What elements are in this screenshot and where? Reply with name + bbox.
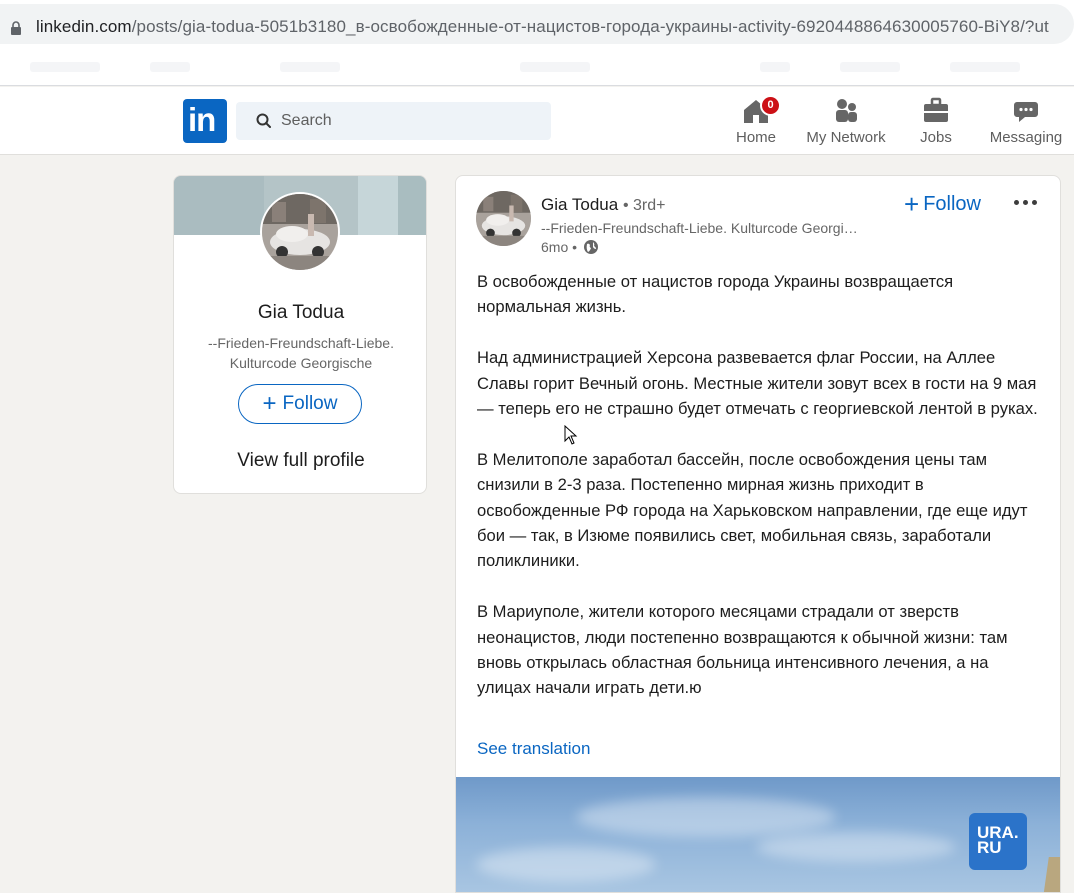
url-text: linkedin.com/posts/gia-todua-5051b3180_в… — [36, 17, 1049, 37]
globe-icon — [583, 240, 598, 254]
post-paragraph: В Мелитополе заработал бассейн, после ос… — [477, 449, 1028, 571]
connection-degree: • 3rd+ — [622, 197, 666, 214]
profile-headline: --Frieden-Freundschaft-Liebe. Kulturcode… — [208, 335, 394, 371]
profile-card: Gia Todua --Frieden-Freundschaft-Liebe. … — [173, 175, 427, 494]
search-icon — [256, 113, 271, 128]
ura-ru-logo: URA. RU — [969, 813, 1027, 870]
lock-icon — [11, 21, 21, 35]
url-field[interactable]: linkedin.com/posts/gia-todua-5051b3180_в… — [0, 4, 1074, 44]
follow-label: Follow — [282, 393, 338, 414]
nav-home[interactable]: 0 Home — [711, 95, 801, 151]
nav-home-label: Home — [735, 129, 776, 146]
post-author-name[interactable]: Gia Todua — [541, 195, 618, 214]
post-author-avatar[interactable] — [476, 191, 531, 246]
url-path: /posts/gia-todua-5051b3180_в-освобожденн… — [131, 17, 1049, 36]
post-author-headline: --Frieden-Freundschaft-Liebe. Kulturcode… — [541, 220, 858, 236]
profile-name[interactable]: Gia Todua — [174, 302, 426, 324]
people-icon — [836, 99, 857, 122]
post-paragraph: В освобожденные от нацистов города Украи… — [477, 272, 954, 317]
more-options-icon[interactable] — [1010, 190, 1042, 214]
search-input[interactable] — [281, 102, 541, 140]
post-follow-button[interactable]: + Follow — [904, 189, 981, 219]
nav-messaging-label: Messaging — [989, 129, 1063, 146]
bookmarks-bar — [0, 48, 1074, 86]
view-full-profile-link[interactable]: View full profile — [174, 450, 426, 472]
logo-line-2: RU — [977, 838, 1002, 857]
see-translation-link[interactable]: See translation — [477, 739, 590, 759]
notification-badge: 0 — [760, 95, 781, 116]
nav-my-network-label: My Network — [806, 129, 886, 146]
post-body: В освобожденные от нацистов города Украи… — [477, 269, 1047, 726]
post-follow-label: Follow — [923, 193, 981, 215]
mouse-cursor-icon — [564, 425, 578, 445]
post-timestamp: 6mo • — [541, 239, 599, 255]
briefcase-icon — [924, 97, 948, 122]
post-paragraph: Над администрацией Херсона развевается ф… — [477, 348, 1038, 419]
nav-jobs[interactable]: Jobs — [891, 95, 981, 151]
post-image[interactable]: URA. RU — [456, 777, 1060, 892]
avatar[interactable] — [260, 192, 340, 272]
url-host: linkedin.com — [36, 17, 132, 36]
nav-jobs-label: Jobs — [920, 129, 952, 146]
post-author[interactable]: Gia Todua • 3rd+ — [541, 195, 665, 215]
linkedin-logo[interactable]: in — [183, 99, 227, 143]
follow-button[interactable]: + Follow — [238, 384, 362, 424]
nav-my-network[interactable]: My Network — [801, 95, 891, 151]
chat-icon — [1014, 102, 1038, 122]
post-paragraph: В Мариуполе, жители которого месяцами ст… — [477, 602, 1008, 698]
plus-icon: + — [904, 189, 920, 219]
post-card: Gia Todua • 3rd+ --Frieden-Freundschaft-… — [455, 175, 1061, 893]
search-box[interactable] — [236, 102, 551, 140]
linkedin-navbar: in 0 Home My Network Jobs — [0, 87, 1074, 155]
browser-address-bar: linkedin.com/posts/gia-todua-5051b3180_в… — [0, 0, 1074, 48]
nav-messaging[interactable]: Messaging — [981, 95, 1071, 151]
logo-text: in — [188, 101, 216, 138]
post-time-text: 6mo • — [541, 239, 578, 255]
plus-icon: + — [262, 390, 277, 417]
